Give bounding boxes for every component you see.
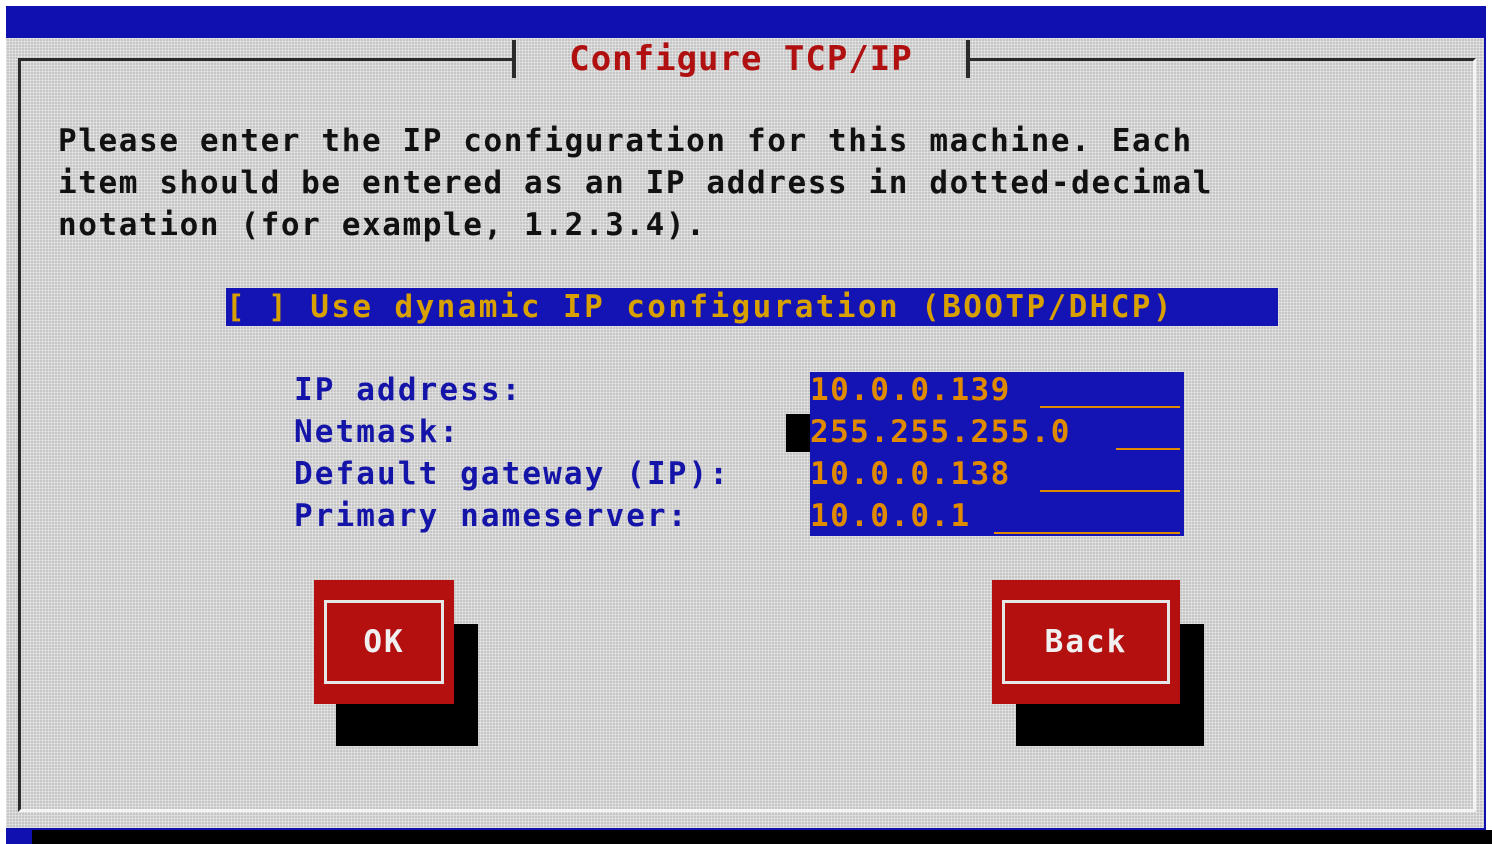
screen-bottom-left-edge — [6, 830, 32, 844]
dhcp-checkbox-label: Use dynamic IP configuration (BOOTP/DHCP… — [310, 289, 1174, 325]
ip-address-field[interactable]: 10.0.0.139 — [810, 370, 1184, 410]
primary-nameserver-field[interactable]: 10.0.0.1 — [810, 496, 1184, 536]
dialog-title: Configure TCP/IP — [569, 39, 913, 79]
intro-line-3: notation (for example, 1.2.3.4). — [58, 207, 707, 243]
screen-bottom-edge — [6, 830, 1492, 844]
ok-button[interactable]: OK — [314, 580, 454, 704]
dialog-title-box: Configure TCP/IP — [512, 40, 970, 78]
intro-line-1: Please enter the IP configuration for th… — [58, 123, 1193, 159]
dhcp-checkbox-mark[interactable]: [ ] — [226, 289, 289, 325]
back-button-label: Back — [1002, 600, 1170, 684]
ip-address-label: IP address: — [294, 372, 523, 408]
netmask-field-underline — [1116, 448, 1180, 450]
primary-nameserver-label: Primary nameserver: — [294, 498, 689, 534]
default-gateway-label: Default gateway (IP): — [294, 456, 731, 492]
back-button[interactable]: Back — [992, 580, 1180, 704]
default-gateway-field-underline — [1040, 490, 1180, 492]
netmask-label: Netmask: — [294, 414, 461, 450]
ip-address-field-underline — [1040, 406, 1180, 408]
intro-line-2: item should be entered as an IP address … — [58, 165, 1214, 201]
ok-button-label: OK — [324, 600, 444, 684]
intro-text: Please enter the IP configuration for th… — [58, 120, 1438, 246]
configure-tcpip-dialog: Configure TCP/IP Please enter the IP con… — [6, 38, 1484, 828]
primary-nameserver-field-underline — [994, 532, 1180, 534]
dhcp-checkbox[interactable]: [ ] Use dynamic IP configuration (BOOTP/… — [226, 288, 1278, 326]
text-cursor — [786, 414, 810, 452]
default-gateway-field[interactable]: 10.0.0.138 — [810, 454, 1184, 494]
netmask-field[interactable]: 255.255.255.0 — [810, 412, 1184, 452]
